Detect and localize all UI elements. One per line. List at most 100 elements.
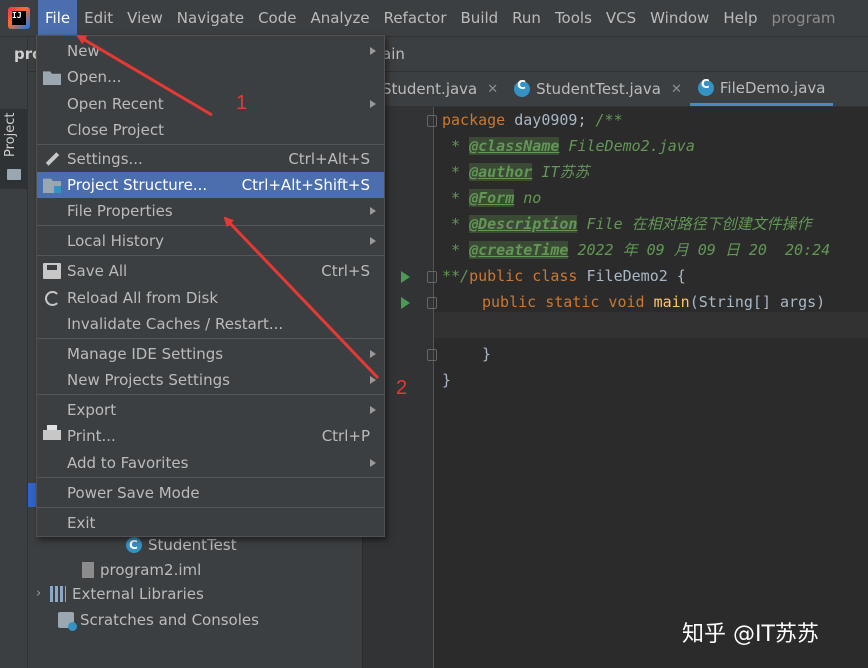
menu-item-exit[interactable]: Exit	[37, 510, 384, 536]
watermark: 知乎 @IT苏苏	[682, 622, 819, 647]
code-line: package day0909; /**	[442, 111, 623, 129]
print-icon	[43, 425, 61, 440]
annotation-number-1: 1	[236, 92, 248, 114]
breadcrumb[interactable]: ain	[382, 45, 405, 63]
menu-item-local-history[interactable]: Local History	[37, 228, 384, 254]
file-menu-dropdown: New Open... Open Recent Close Project Se…	[36, 35, 385, 537]
menu-vcs[interactable]: VCS	[599, 0, 643, 36]
code-editor[interactable]: package day0909; /** * @className FileDe…	[442, 107, 868, 668]
submenu-arrow-icon	[370, 350, 376, 358]
menu-separator	[37, 255, 384, 256]
menu-help[interactable]: Help	[716, 0, 764, 36]
intellij-logo-icon: IJ	[8, 7, 30, 29]
class-icon	[126, 533, 142, 557]
code-line: public static void main(String[] args)	[482, 293, 826, 311]
reload-icon	[45, 291, 60, 306]
fold-icon[interactable]	[427, 271, 437, 283]
menu-item-open[interactable]: Open...	[37, 64, 384, 90]
tree-item-scratches[interactable]: Scratches and Consoles	[58, 608, 259, 632]
menu-separator	[37, 225, 384, 226]
menu-separator	[37, 507, 384, 508]
window-title: program	[771, 9, 836, 27]
close-icon[interactable]: ✕	[671, 82, 682, 97]
folder-icon	[7, 169, 21, 180]
editor-area: ain Student.java ✕ StudentTest.java ✕ Fi…	[363, 37, 868, 668]
submenu-arrow-icon	[370, 47, 376, 55]
menu-item-file-properties[interactable]: File Properties	[37, 198, 384, 224]
submenu-arrow-icon	[370, 100, 376, 108]
submenu-arrow-icon	[370, 406, 376, 414]
expand-chevron-icon[interactable]: ›	[36, 582, 50, 606]
tree-item-external-libraries[interactable]: › External Libraries	[36, 582, 204, 606]
fold-icon[interactable]	[427, 115, 437, 127]
close-icon[interactable]: ✕	[487, 82, 498, 97]
code-line: * @createTime 2022 年 09 月 09 日 20 20:24	[442, 241, 831, 259]
menu-item-export[interactable]: Export	[37, 397, 384, 423]
menu-item-add-to-favorites[interactable]: Add to Favorites	[37, 450, 384, 476]
save-icon	[43, 263, 61, 279]
scratches-icon	[58, 612, 77, 631]
menu-bar: IJ File Edit View Navigate Code Analyze …	[0, 0, 868, 37]
run-class-icon[interactable]	[401, 271, 410, 283]
class-icon	[514, 78, 531, 97]
code-line: }	[482, 345, 492, 363]
menu-item-open-recent[interactable]: Open Recent	[37, 91, 384, 117]
fold-icon[interactable]	[427, 297, 437, 309]
navigation-bar: ain	[363, 37, 868, 72]
folder-open-icon	[43, 71, 61, 85]
menu-separator	[37, 477, 384, 478]
annotation-number-2: 2	[396, 377, 408, 399]
tree-item-label: Scratches and Consoles	[80, 611, 259, 629]
menu-separator	[37, 394, 384, 395]
menu-item-manage-ide-settings[interactable]: Manage IDE Settings	[37, 341, 384, 367]
submenu-arrow-icon	[370, 459, 376, 467]
project-tool-tab-label: Project	[3, 112, 18, 157]
menu-separator	[37, 338, 384, 339]
tab-studenttest-java[interactable]: StudentTest.java ✕	[506, 72, 690, 106]
menu-build[interactable]: Build	[454, 0, 506, 36]
tab-filedemo-java[interactable]: FileDemo.java	[689, 72, 834, 106]
menu-item-close-project[interactable]: Close Project	[37, 117, 384, 143]
library-icon	[50, 586, 66, 602]
fold-icon[interactable]	[427, 349, 437, 361]
module-file-icon	[82, 562, 94, 578]
tab-label: Student.java	[382, 80, 478, 98]
menu-item-project-structure[interactable]: Project Structure... Ctrl+Alt+Shift+S	[37, 172, 384, 198]
tool-window-strip: Project	[0, 37, 28, 668]
tab-label: StudentTest.java	[536, 80, 661, 98]
menu-item-print[interactable]: Print... Ctrl+P	[37, 423, 384, 449]
code-line: **/public class FileDemo2 {	[442, 267, 686, 285]
tree-item-label: program2.iml	[100, 561, 202, 579]
menu-view[interactable]: View	[120, 0, 170, 36]
menu-window[interactable]: Window	[643, 0, 716, 36]
project-structure-icon	[43, 178, 61, 193]
menu-separator	[37, 144, 384, 145]
submenu-arrow-icon	[370, 207, 376, 215]
menu-item-invalidate-caches[interactable]: Invalidate Caches / Restart...	[37, 311, 384, 337]
tab-label: FileDemo.java	[719, 78, 826, 97]
code-line: * @Description File 在相对路径下创建文件操作	[442, 215, 812, 233]
menu-item-save-all[interactable]: Save All Ctrl+S	[37, 258, 384, 284]
menu-tools[interactable]: Tools	[548, 0, 599, 36]
code-line: }	[442, 371, 452, 389]
menu-file[interactable]: File	[38, 0, 78, 36]
submenu-arrow-icon	[370, 376, 376, 384]
menu-run[interactable]: Run	[505, 0, 548, 36]
code-line: * @Form no	[442, 189, 542, 207]
tree-item-program2-iml[interactable]: program2.iml	[82, 558, 201, 582]
menu-item-new[interactable]: New	[37, 38, 384, 64]
menu-edit[interactable]: Edit	[77, 0, 120, 36]
menu-refactor[interactable]: Refactor	[377, 0, 454, 36]
code-line: * @className FileDemo2.java	[442, 137, 695, 155]
menu-navigate[interactable]: Navigate	[170, 0, 251, 36]
menu-item-power-save-mode[interactable]: Power Save Mode	[37, 480, 384, 506]
menu-code[interactable]: Code	[251, 0, 303, 36]
menu-item-new-projects-settings[interactable]: New Projects Settings	[37, 367, 384, 393]
menu-analyze[interactable]: Analyze	[303, 0, 376, 36]
editor-tabs: Student.java ✕ StudentTest.java ✕ FileDe…	[363, 72, 868, 107]
menu-item-settings[interactable]: Settings... Ctrl+Alt+S	[37, 146, 384, 172]
menu-item-reload-all[interactable]: Reload All from Disk	[37, 285, 384, 311]
run-main-icon[interactable]	[401, 297, 410, 309]
code-line: * @author IT苏苏	[442, 163, 590, 181]
tree-item-label: External Libraries	[72, 585, 204, 603]
